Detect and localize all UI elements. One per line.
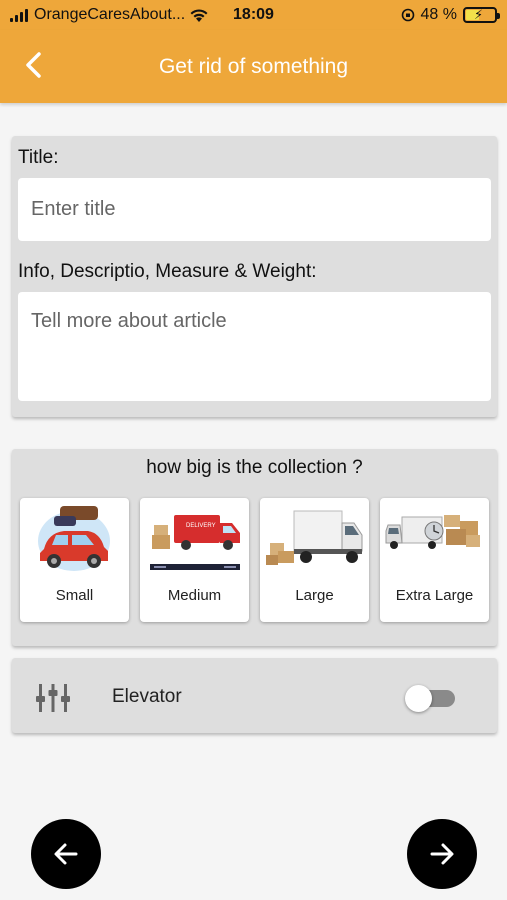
size-option-large[interactable]: Large: [260, 498, 369, 622]
previous-button[interactable]: [31, 819, 101, 889]
wifi-icon: [190, 8, 208, 22]
size-option-extra-large[interactable]: Extra Large: [380, 498, 489, 622]
status-right: 48 % ⚡: [401, 6, 500, 24]
arrow-left-icon: [54, 843, 78, 865]
collection-size-question: how big is the collection ?: [146, 457, 363, 478]
item-details-card: Title: Info, Descriptio, Measure & Weigh…: [12, 136, 497, 417]
status-bar: OrangeCaresAbout... 18:09 48 % ⚡: [0, 0, 507, 30]
elevator-card: Elevator: [12, 658, 497, 733]
status-left: OrangeCaresAbout...: [0, 6, 215, 24]
title-label: Title:: [18, 147, 59, 168]
collection-size-card: how big is the collection ? Small DELIVE…: [12, 449, 497, 646]
signal-icon: [10, 8, 28, 22]
battery-percent: 48 %: [420, 6, 457, 23]
elevator-label: Elevator: [112, 686, 182, 707]
truck-with-boxes-image: [385, 515, 480, 549]
box-truck-image: [266, 510, 363, 565]
orientation-lock-icon: [401, 8, 414, 22]
size-option-label: Small: [55, 587, 94, 604]
toggle-knob: [405, 685, 432, 712]
size-option-small[interactable]: Small: [20, 498, 129, 622]
arrow-right-icon: [430, 843, 454, 865]
battery-icon: ⚡: [463, 7, 500, 23]
description-textarea[interactable]: [18, 292, 491, 401]
carrier-name: OrangeCaresAbout...: [34, 6, 186, 23]
page-title: Get rid of something: [158, 54, 349, 78]
size-options: Small DELIVERY Medium Large Extra Large: [20, 498, 489, 622]
car-with-luggage-image: [38, 506, 110, 571]
back-button[interactable]: [18, 50, 48, 80]
size-option-label: Medium: [167, 587, 222, 604]
equalizer-sliders-icon: [36, 684, 70, 712]
size-option-medium[interactable]: DELIVERY Medium: [140, 498, 249, 622]
app-header: Get rid of something: [0, 30, 507, 103]
size-option-label: Extra Large: [395, 587, 474, 604]
elevator-toggle[interactable]: [405, 685, 455, 712]
title-input[interactable]: [18, 178, 491, 241]
description-label: Info, Descriptio, Measure & Weight:: [18, 261, 317, 282]
next-button[interactable]: [407, 819, 477, 889]
delivery-van-image: DELIVERY: [150, 515, 240, 570]
chevron-left-icon: [26, 52, 41, 78]
svg-text:DELIVERY: DELIVERY: [186, 523, 216, 529]
size-option-label: Large: [295, 587, 334, 604]
